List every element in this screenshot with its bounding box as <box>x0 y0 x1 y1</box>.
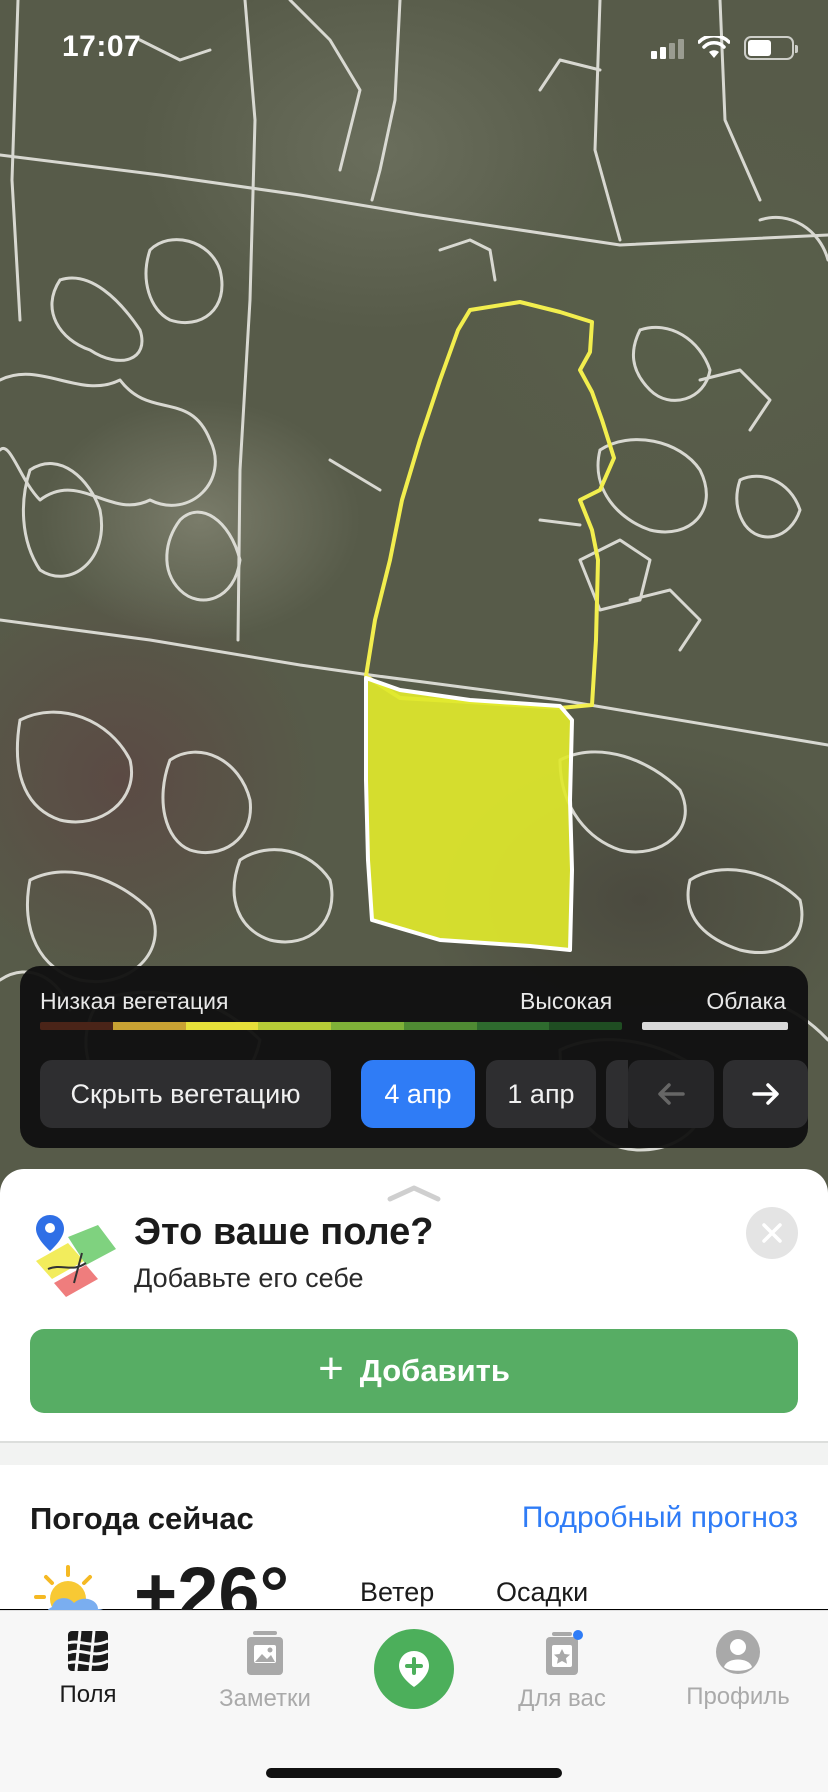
precipitation-label: Осадки <box>496 1577 589 1607</box>
status-bar: 17:07 <box>0 0 828 100</box>
field-map-icon <box>36 1215 116 1297</box>
sheet-handle-chevron-icon[interactable] <box>384 1183 444 1205</box>
add-location-button[interactable] <box>374 1629 454 1709</box>
tab-fields[interactable]: Поля <box>8 1629 168 1709</box>
sheet-title: Это ваше поле? <box>134 1211 434 1253</box>
status-time: 17:07 <box>62 30 142 63</box>
arrow-left-icon <box>658 1083 685 1105</box>
notes-icon <box>247 1631 283 1675</box>
vegetation-scale-segment <box>258 1022 331 1030</box>
vegetation-scale <box>40 1022 622 1030</box>
notification-badge <box>573 1630 583 1640</box>
arrow-right-icon <box>751 1083 779 1105</box>
profile-icon <box>716 1630 760 1674</box>
plus-icon: + <box>318 1344 344 1393</box>
vegetation-panel: Низкая вегетация Высокая Облака Скрыть в… <box>20 966 808 1148</box>
home-indicator <box>266 1768 562 1778</box>
date-chip-partial[interactable] <box>606 1060 628 1128</box>
highlighted-field-outline <box>364 300 616 710</box>
previous-date-button[interactable] <box>628 1060 714 1128</box>
vegetation-scale-segment <box>40 1022 113 1030</box>
bottom-sheet[interactable]: Это ваше поле? Добавьте его себе + Добав… <box>0 1169 828 1631</box>
hide-vegetation-button[interactable]: Скрыть вегетацию <box>40 1060 331 1128</box>
weather-title: Погода сейчас <box>30 1501 254 1536</box>
close-icon <box>762 1223 782 1243</box>
date-chip-selected[interactable]: 4 апр <box>361 1060 475 1128</box>
vegetation-scale-segment <box>549 1022 622 1030</box>
tab-for-you-label: Для вас <box>518 1685 606 1712</box>
for-you-icon <box>546 1630 583 1675</box>
wind-label: Ветер <box>360 1577 435 1607</box>
next-date-button[interactable] <box>723 1060 808 1128</box>
tab-fields-label: Поля <box>59 1681 117 1708</box>
add-field-button[interactable]: + Добавить <box>30 1329 798 1413</box>
tab-for-you[interactable]: Для вас <box>482 1629 642 1713</box>
vegetation-low-label: Низкая вегетация <box>40 988 229 1014</box>
status-icons <box>651 36 798 60</box>
add-field-label: Добавить <box>359 1353 510 1388</box>
selected-field <box>364 676 574 952</box>
tab-profile-label: Профиль <box>686 1683 790 1710</box>
vegetation-scale-segment <box>112 1022 186 1030</box>
section-divider <box>0 1441 828 1465</box>
tab-bar: Поля Заметки Для вас Профиль <box>0 1610 828 1792</box>
detailed-forecast-link[interactable]: Подробный прогноз <box>522 1501 798 1535</box>
close-button[interactable] <box>746 1207 798 1259</box>
clouds-label: Облака <box>706 988 786 1014</box>
vegetation-scale-segment <box>403 1022 477 1030</box>
vegetation-high-label: Высокая <box>520 988 613 1014</box>
add-location-icon <box>399 1651 429 1687</box>
tab-notes[interactable]: Заметки <box>185 1629 345 1713</box>
wifi-icon <box>698 36 730 58</box>
tab-profile[interactable]: Профиль <box>658 1629 818 1711</box>
vegetation-scale-segment <box>476 1022 550 1030</box>
cellular-signal-icon <box>651 37 684 59</box>
battery-level <box>748 40 772 56</box>
clouds-scale <box>642 1022 788 1030</box>
tab-notes-label: Заметки <box>219 1685 311 1712</box>
sheet-subtitle: Добавьте его себе <box>134 1263 364 1293</box>
fields-icon <box>67 1630 109 1672</box>
vegetation-scale-segment <box>185 1022 259 1030</box>
battery-icon <box>744 36 798 60</box>
vegetation-controls: Скрыть вегетацию 4 апр 1 апр <box>40 1060 808 1128</box>
vegetation-scale-segment <box>331 1022 404 1030</box>
date-chip[interactable]: 1 апр <box>486 1060 596 1128</box>
